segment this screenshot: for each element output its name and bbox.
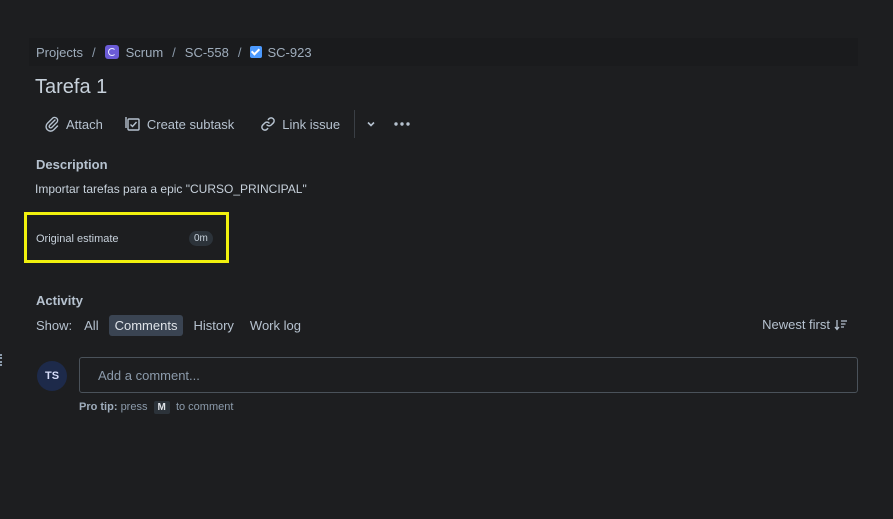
link-icon: [261, 117, 276, 131]
breadcrumb-projects[interactable]: Projects: [36, 45, 83, 60]
create-subtask-button[interactable]: Create subtask: [117, 108, 242, 140]
filter-all[interactable]: All: [78, 315, 104, 336]
description-heading: Description: [36, 157, 108, 172]
scrum-project-icon: [104, 44, 119, 59]
filter-history[interactable]: History: [187, 315, 239, 336]
filter-comments[interactable]: Comments: [108, 314, 184, 336]
breadcrumb-project-label: Scrum: [125, 44, 164, 60]
original-estimate-value[interactable]: 0m: [189, 231, 213, 246]
sort-order-button[interactable]: Newest first: [762, 317, 848, 332]
activity-heading: Activity: [36, 293, 83, 308]
issue-title[interactable]: Tarefa 1: [35, 76, 107, 99]
attach-button[interactable]: Attach: [36, 108, 111, 140]
breadcrumb-epic[interactable]: SC-558: [185, 45, 229, 60]
activity-filter-row: Show: All Comments History Work log: [36, 314, 311, 336]
original-estimate-label: Original estimate: [36, 233, 119, 245]
pro-tip: Pro tip: press M to comment: [79, 401, 233, 414]
sort-order-label: Newest first: [762, 317, 830, 332]
keyboard-shortcut-key: M: [153, 401, 170, 414]
pro-tip-press: press: [120, 401, 148, 413]
link-issue-label: Link issue: [282, 116, 341, 132]
description-text[interactable]: Importar tarefas para a epic "CURSO_PRIN…: [35, 182, 307, 196]
issue-toolbar: Attach Create subtask Link issue: [36, 108, 421, 140]
create-subtask-label: Create subtask: [146, 116, 235, 132]
show-label: Show:: [36, 317, 73, 333]
breadcrumb-project[interactable]: Scrum: [104, 44, 164, 60]
breadcrumb-issue-label: SC-923: [267, 44, 312, 60]
toolbar-divider: [354, 110, 356, 138]
breadcrumb-issue[interactable]: SC-923: [250, 44, 312, 60]
pro-tip-suffix: to comment: [175, 401, 234, 413]
avatar[interactable]: TS: [37, 361, 67, 391]
paperclip-icon: [45, 116, 59, 132]
attach-label: Attach: [66, 116, 103, 132]
pro-tip-prefix: Pro tip:: [79, 401, 118, 413]
sort-descending-icon: [834, 319, 847, 331]
more-horizontal-icon: [394, 122, 410, 126]
filter-work-log[interactable]: Work log: [244, 315, 307, 336]
breadcrumb: Projects / Scrum / SC-558 / SC-923: [29, 38, 858, 66]
task-checkbox-icon: [250, 45, 263, 58]
side-resize-handle[interactable]: [0, 354, 4, 366]
link-options-dropdown[interactable]: [359, 108, 383, 140]
breadcrumb-separator: /: [91, 44, 96, 60]
subtask-icon: [125, 117, 140, 131]
more-actions-button[interactable]: [383, 108, 421, 140]
chevron-down-icon: [367, 121, 375, 127]
breadcrumb-separator: /: [172, 44, 176, 60]
breadcrumb-separator: /: [237, 44, 242, 60]
comment-input[interactable]: [79, 357, 858, 393]
link-issue-button[interactable]: Link issue: [252, 108, 348, 140]
